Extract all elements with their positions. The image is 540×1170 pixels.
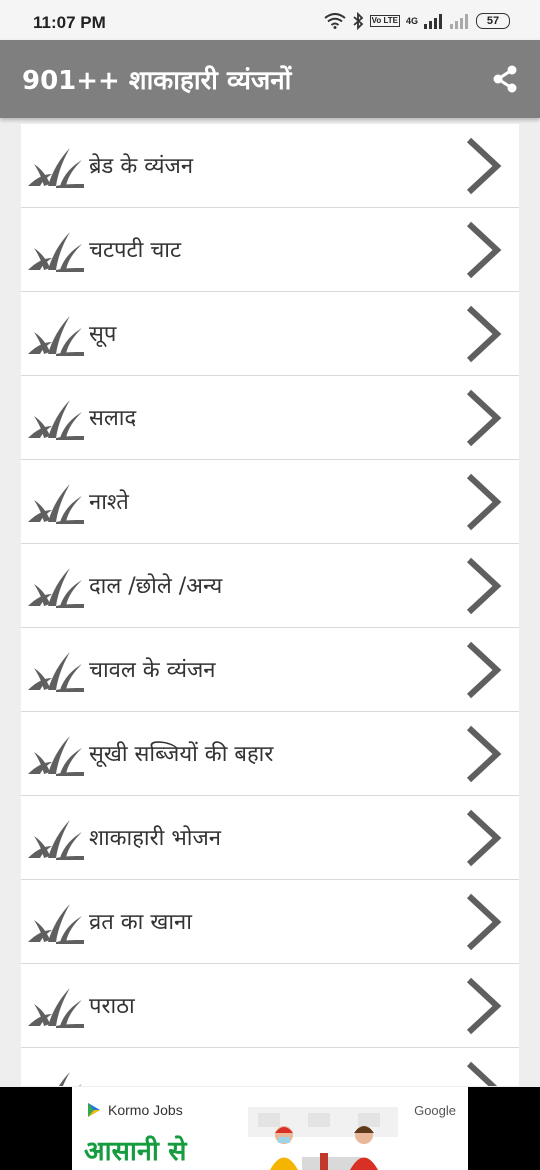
chevron-right-icon [466,809,502,867]
chevron-right-icon [466,1061,498,1086]
chevron-right-icon [466,221,502,279]
list-item-label: चावल के व्यंजन [89,658,216,683]
signal-icon [424,14,442,29]
share-button[interactable] [488,62,522,96]
list-item-8[interactable]: शाकाहारी भोजन [21,796,519,880]
list-item-label: सूखी सब्जियों की बहार [89,742,274,767]
list-item-10[interactable]: पराठा [21,964,519,1048]
category-list: ब्रेड के व्यंजन चटपटी चाट सूप सलाद नाश्त… [21,124,519,1086]
leaf-icon [58,1072,82,1086]
chevron-right-icon [466,893,502,951]
ad-headline: आसानी से [84,1136,187,1167]
list-item-label: सूप [89,322,117,347]
leaf-icon [28,568,84,608]
leaf-icon [28,148,84,188]
ad-brand-name: Kormo Jobs [108,1102,183,1118]
share-icon [493,65,517,93]
app-title: 901++ शाकाहारी व्यंजनों [22,66,292,96]
bluetooth-icon [353,12,363,30]
signal-2-icon [450,14,468,29]
list-item-label: सलाद [89,406,137,431]
chevron-right-icon [466,725,502,783]
wifi-icon [323,13,346,29]
chevron-right-icon [466,977,502,1035]
list-item-5[interactable]: दाल /छोले /अन्य [21,544,519,628]
ad-network-label: Google [414,1103,456,1118]
list-item-0[interactable]: ब्रेड के व्यंजन [21,124,519,208]
leaf-icon [28,988,84,1028]
list-item-label: पराठा [89,994,135,1019]
ad-banner[interactable]: Kormo Jobs Google आसानी से [0,1087,540,1170]
chevron-right-icon [466,641,502,699]
leaf-icon [28,484,84,524]
chevron-right-icon [466,473,502,531]
chevron-right-icon [466,305,502,363]
leaf-icon [28,820,84,860]
list-item-4[interactable]: नाश्ते [21,460,519,544]
leaf-icon [28,736,84,776]
leaf-icon [28,652,84,692]
app-bar: 901++ शाकाहारी व्यंजनों [0,40,540,118]
chevron-right-icon [466,137,502,195]
list-item-label: ब्रेड के व्यंजन [89,154,194,179]
list-item-3[interactable]: सलाद [21,376,519,460]
leaf-icon [28,316,84,356]
list-item-2[interactable]: सूप [21,292,519,376]
list-item-label: व्रत का खाना [89,910,192,935]
network-type-label: 4G [405,16,418,26]
list-item-label: नाश्ते [89,490,129,515]
battery-indicator: 57 [476,13,510,29]
status-bar: 11:07 PM Vo LTE 4G 57 [0,0,540,40]
leaf-icon [28,904,84,944]
ad-card[interactable]: Kormo Jobs Google आसानी से [72,1087,468,1170]
list-item-6[interactable]: चावल के व्यंजन [21,628,519,712]
list-item-11[interactable] [21,1048,519,1086]
kormo-logo-icon [88,1103,100,1117]
status-icons: Vo LTE 4G 57 [323,10,510,32]
leaf-icon [28,400,84,440]
ad-brand: Kormo Jobs [86,1101,183,1119]
list-item-9[interactable]: व्रत का खाना [21,880,519,964]
list-item-label: चटपटी चाट [89,238,182,263]
list-item-label: दाल /छोले /अन्य [89,574,223,599]
chevron-right-icon [466,557,502,615]
leaf-icon [28,232,84,272]
list-item-label: शाकाहारी भोजन [89,826,222,851]
status-time: 11:07 PM [33,13,106,32]
chevron-right-icon [466,389,502,447]
volte-badge: Vo LTE [369,15,400,27]
ad-illustration [248,1107,398,1170]
list-item-7[interactable]: सूखी सब्जियों की बहार [21,712,519,796]
list-item-1[interactable]: चटपटी चाट [21,208,519,292]
